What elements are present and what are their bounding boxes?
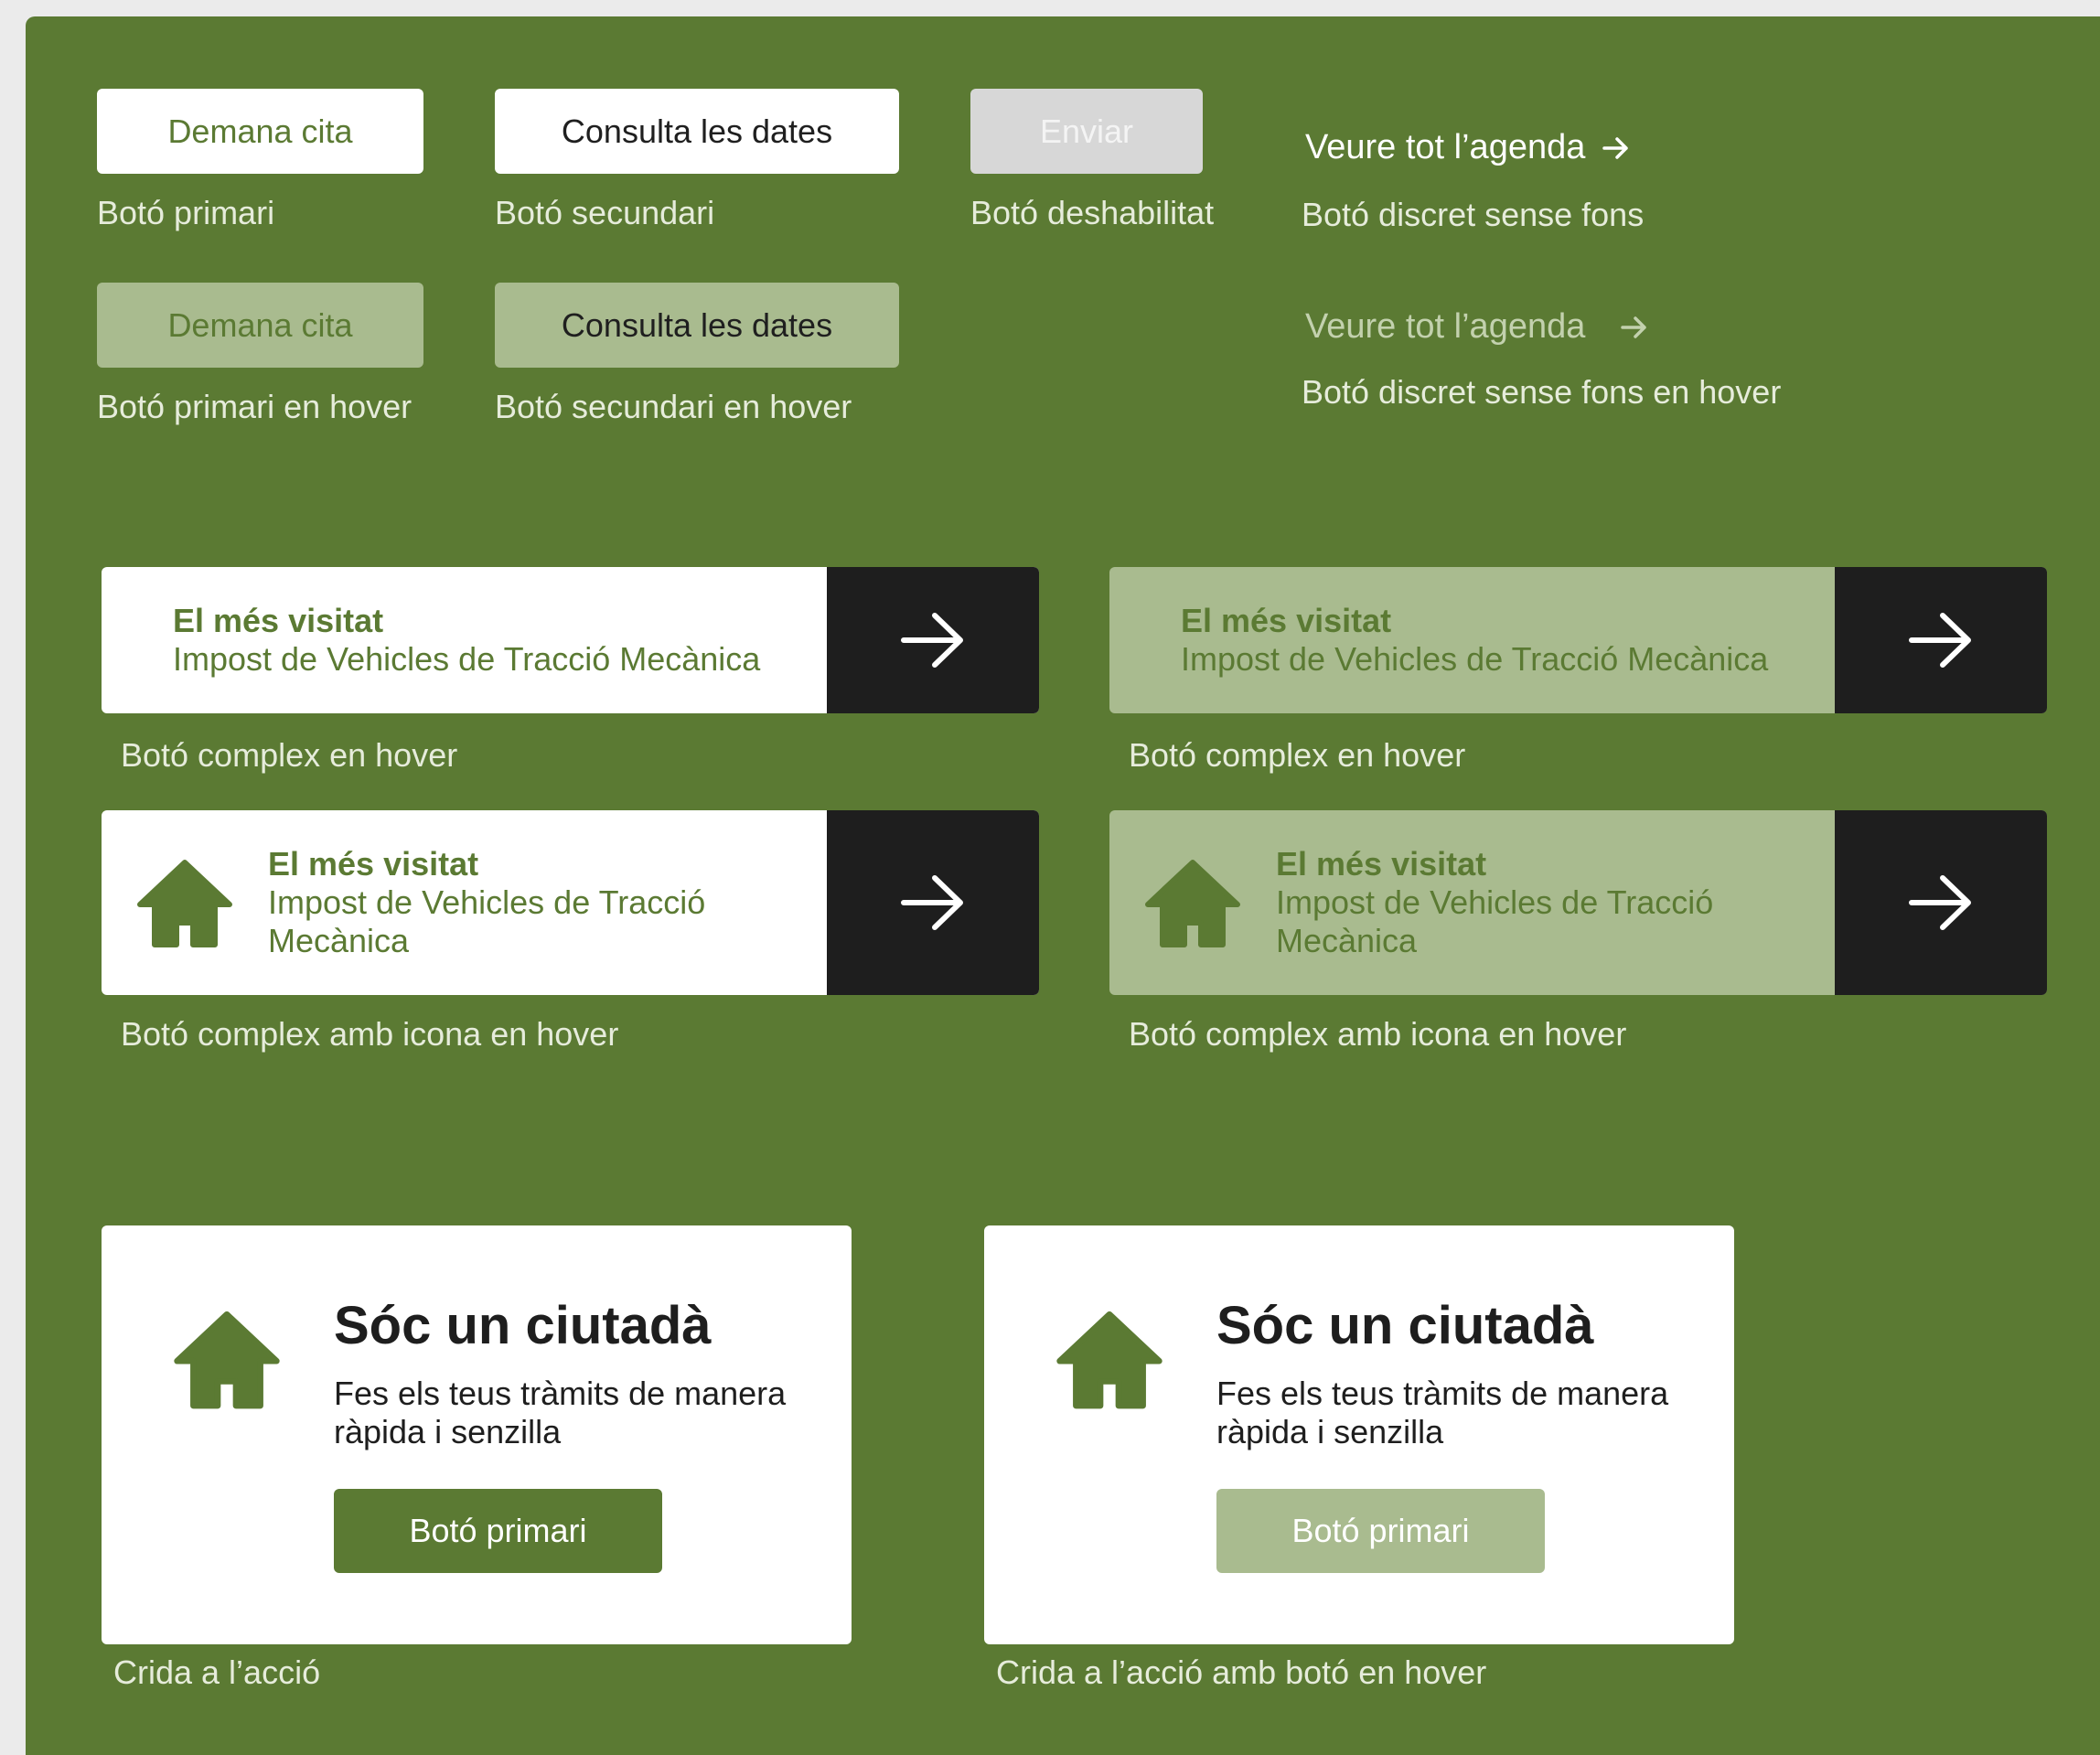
cta-card-desc-line2: ràpida i senzilla <box>1216 1413 1444 1450</box>
arrow-right-icon <box>1621 316 1647 338</box>
complex-button-title-line2: Mecànica <box>1276 922 1418 959</box>
complex-icon-button-hover-caption: Botó complex amb icona en hover <box>1129 1015 1627 1053</box>
complex-button-eyebrow: El més visitat <box>1276 845 1487 883</box>
cta-card-hover-caption: Crida a l’acció amb botó en hover <box>996 1653 1487 1691</box>
complex-button-arrow <box>827 810 1039 995</box>
discreet-link-hover-caption: Botó discret sense fons en hover <box>1302 373 1782 411</box>
cta-primary-button[interactable]: Botó primari <box>334 1489 662 1573</box>
discreet-link-hover-label: Veure tot l’agenda <box>1305 307 1586 346</box>
complex-button-hover[interactable]: El més visitat Impost de Vehicles de Tra… <box>1109 567 2047 713</box>
cta-card-title: Sóc un ciutadà <box>334 1296 712 1355</box>
complex-button-eyebrow: El més visitat <box>173 602 384 639</box>
secondary-button[interactable]: Consulta les dates <box>495 89 899 174</box>
arrow-right-icon <box>1909 875 1971 930</box>
arrow-right-icon <box>901 613 963 668</box>
arrow-right-icon <box>1909 613 1971 668</box>
arrow-right-icon <box>1602 136 1629 159</box>
cta-card: Sóc un ciutadà Fes els teus tràmits de m… <box>102 1225 852 1644</box>
complex-button-body: El més visitat Impost de Vehicles de Tra… <box>102 567 827 713</box>
complex-icon-button-body: El més visitat Impost de Vehicles de Tra… <box>1109 810 1835 995</box>
cta-card-hover: Sóc un ciutadà Fes els teus tràmits de m… <box>984 1225 1734 1644</box>
primary-button-caption: Botó primari <box>97 194 275 231</box>
home-icon <box>1056 1311 1162 1409</box>
discreet-link[interactable]: Veure tot l’agenda <box>1305 128 1631 167</box>
complex-button-eyebrow: El més visitat <box>268 845 479 883</box>
cta-card-desc-line1: Fes els teus tràmits de manera <box>1216 1375 1669 1412</box>
arrow-right-icon <box>901 875 963 930</box>
primary-button[interactable]: Demana cita <box>97 89 423 174</box>
complex-button-eyebrow: El més visitat <box>1181 602 1392 639</box>
discreet-link-caption: Botó discret sense fons <box>1302 196 1645 233</box>
primary-button-hover-caption: Botó primari en hover <box>97 388 412 425</box>
complex-icon-button[interactable]: El més visitat Impost de Vehicles de Tra… <box>102 810 1039 995</box>
primary-button-hover[interactable]: Demana cita <box>97 283 423 368</box>
cta-primary-button-hover[interactable]: Botó primari <box>1216 1489 1545 1573</box>
complex-button-title: Impost de Vehicles de Tracció Mecànica <box>1181 640 1769 678</box>
discreet-link-hover[interactable]: Veure tot l’agenda <box>1305 307 1649 347</box>
complex-button-title-line1: Impost de Vehicles de Tracció <box>268 883 706 921</box>
cta-card-desc-line2: ràpida i senzilla <box>334 1413 562 1450</box>
cta-card-title: Sóc un ciutadà <box>1216 1296 1594 1355</box>
complex-icon-button-hover[interactable]: El més visitat Impost de Vehicles de Tra… <box>1109 810 2047 995</box>
home-icon <box>174 1311 280 1409</box>
complex-button-body: El més visitat Impost de Vehicles de Tra… <box>1109 567 1835 713</box>
cta-card-desc-line1: Fes els teus tràmits de manera <box>334 1375 787 1412</box>
complex-button-caption: Botó complex en hover <box>121 736 458 774</box>
complex-button[interactable]: El més visitat Impost de Vehicles de Tra… <box>102 567 1039 713</box>
disabled-button-caption: Botó deshabilitat <box>970 194 1215 231</box>
complex-icon-button-body: El més visitat Impost de Vehicles de Tra… <box>102 810 827 995</box>
disabled-button: Enviar <box>970 89 1203 174</box>
complex-button-arrow <box>827 567 1039 713</box>
home-icon <box>1145 860 1240 947</box>
complex-button-arrow <box>1835 567 2047 713</box>
secondary-button-hover[interactable]: Consulta les dates <box>495 283 899 368</box>
cta-card-description: Fes els teus tràmits de manera ràpida i … <box>1216 1375 1668 1451</box>
cta-card-caption: Crida a l’acció <box>113 1653 321 1691</box>
home-icon <box>137 860 232 947</box>
discreet-link-label: Veure tot l’agenda <box>1305 128 1586 166</box>
complex-icon-button-caption: Botó complex amb icona en hover <box>121 1015 619 1053</box>
complex-button-arrow <box>1835 810 2047 995</box>
secondary-button-caption: Botó secundari <box>495 194 715 231</box>
complex-button-title-line1: Impost de Vehicles de Tracció <box>1276 883 1714 921</box>
complex-button-title-line2: Mecànica <box>268 922 410 959</box>
secondary-button-hover-caption: Botó secundari en hover <box>495 388 852 425</box>
complex-button-title: Impost de Vehicles de Tracció Mecànica <box>173 640 761 678</box>
complex-button-hover-caption: Botó complex en hover <box>1129 736 1466 774</box>
cta-card-description: Fes els teus tràmits de manera ràpida i … <box>334 1375 786 1451</box>
